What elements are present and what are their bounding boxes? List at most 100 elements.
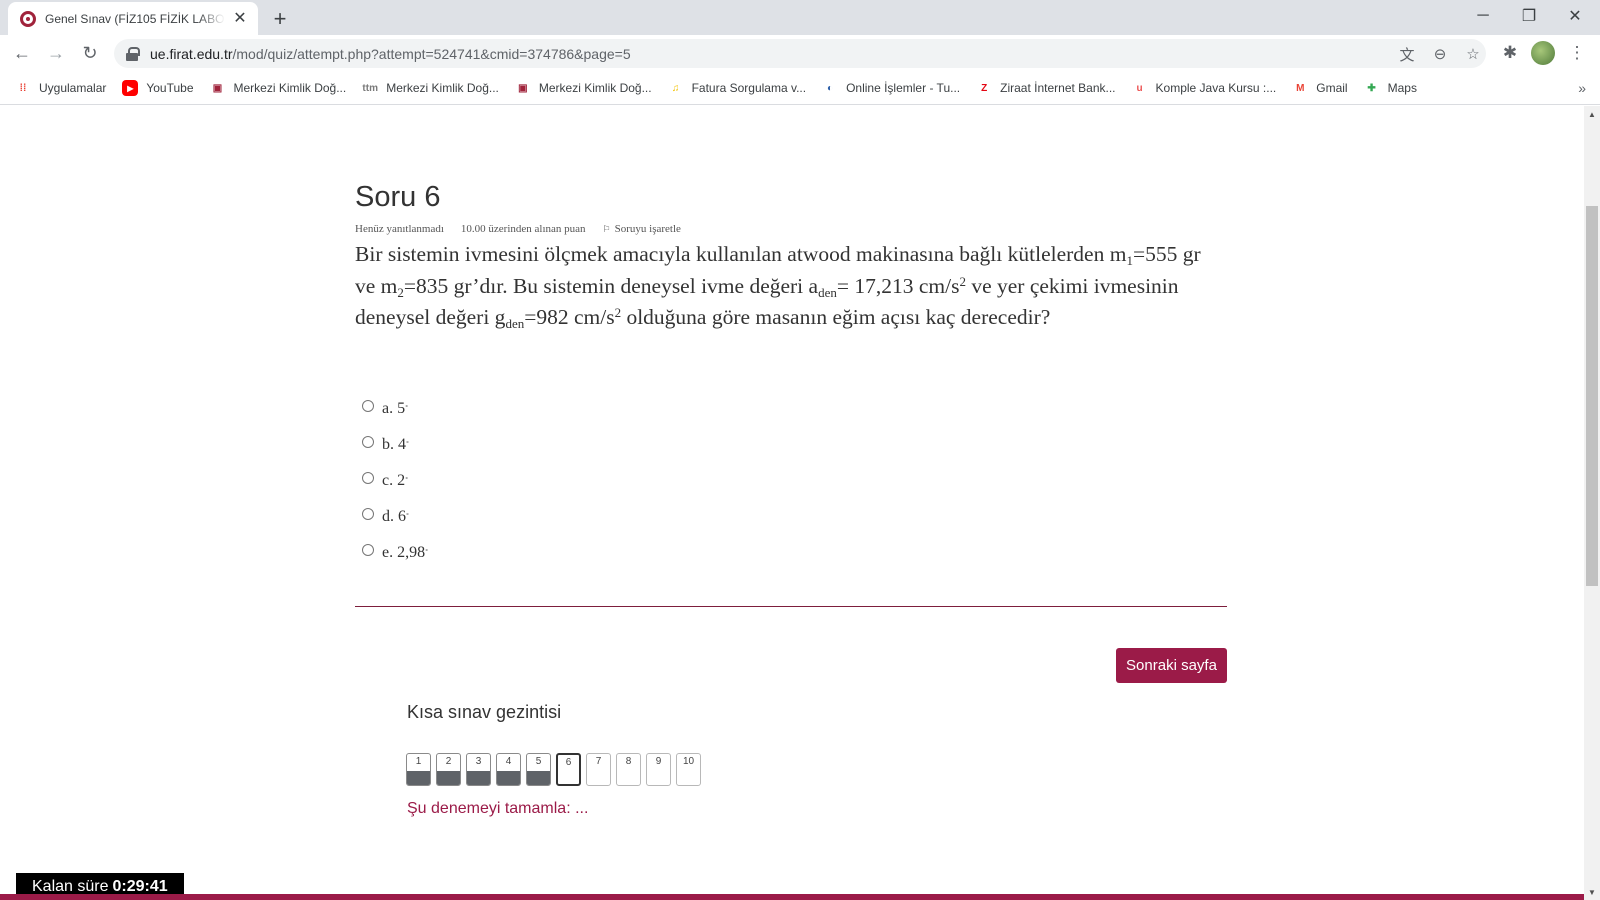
- quiz-nav-number: 2: [445, 756, 452, 767]
- more-bookmarks-icon[interactable]: »: [1578, 80, 1586, 96]
- divider: [355, 606, 1227, 607]
- radio-button[interactable]: [362, 400, 374, 412]
- radio-button[interactable]: [362, 544, 374, 556]
- finish-attempt-link[interactable]: Şu denemeyi tamamla: ...: [407, 800, 588, 818]
- minimize-button[interactable]: ─: [1460, 0, 1506, 32]
- answer-list: a. 5 ˚ b. 4 ˚ c. 2 ˚ d. 6 ˚ e. 2,98 ˚: [362, 391, 428, 571]
- scroll-thumb[interactable]: [1586, 206, 1598, 586]
- bookmark-star-icon[interactable]: ☆: [1462, 43, 1484, 65]
- question-meta: Henüz yanıtlanmadı 10.00 üzerinden alına…: [355, 223, 681, 235]
- radio-button[interactable]: [362, 508, 374, 520]
- quiz-nav-button[interactable]: 10: [676, 753, 701, 786]
- quiz-nav-button[interactable]: 5: [526, 753, 551, 786]
- bookmark-item[interactable]: ▣ Merkezi Kimlik Doğ...: [210, 80, 347, 96]
- turkcell-icon: ◐: [827, 82, 834, 94]
- reload-button[interactable]: ↻: [76, 39, 104, 67]
- bookmark-item[interactable]: u Komple Java Kursu :...: [1132, 80, 1277, 96]
- quiz-nav-number: 3: [475, 756, 482, 767]
- quiz-nav-number: 4: [505, 756, 512, 767]
- bookmark-label: Merkezi Kimlik Doğ...: [386, 81, 499, 95]
- question-title: Soru 6: [355, 181, 441, 213]
- answer-option[interactable]: c. 2 ˚: [362, 463, 428, 499]
- quiz-nav-button[interactable]: 2: [436, 753, 461, 786]
- quiz-nav-number: 7: [595, 756, 602, 767]
- restore-button[interactable]: ❐: [1506, 0, 1552, 32]
- tab-strip: Genel Sınav (FİZ105 FİZİK LABORATUVARI I…: [0, 0, 1600, 35]
- bookmark-label: Merkezi Kimlik Doğ...: [538, 81, 652, 95]
- close-window-button[interactable]: ✕: [1552, 0, 1598, 32]
- browser-toolbar: ← → ↻ ue.firat.edu.tr/mod/quiz/attempt.p…: [0, 35, 1600, 72]
- page-scrollbar[interactable]: ▲ ▼: [1584, 106, 1600, 900]
- bookmarks-bar: ⁞⁞ Uygulamalar ▶ YouTube ▣ Merkezi Kimlik Doğ…: [0, 72, 1600, 105]
- apps-grid-icon: ⁞⁞: [19, 82, 27, 94]
- new-tab-button[interactable]: +: [266, 5, 294, 33]
- quiz-nav-button[interactable]: 3: [466, 753, 491, 786]
- footer-bar: [0, 894, 1584, 900]
- bookmark-item[interactable]: ▶ YouTube: [122, 80, 194, 96]
- radio-button[interactable]: [362, 472, 374, 484]
- ttm-icon: ttm: [362, 82, 378, 94]
- question-status: Henüz yanıtlanmadı: [355, 223, 444, 235]
- quiz-nav-button[interactable]: 1: [406, 753, 431, 786]
- bookmark-item[interactable]: ♫ Fatura Sorgulama v...: [668, 80, 807, 96]
- gmail-icon: M: [1296, 82, 1305, 94]
- bookmark-item[interactable]: M Gmail: [1292, 80, 1348, 96]
- profile-avatar[interactable]: [1531, 41, 1555, 65]
- quiz-nav-number: 5: [535, 756, 542, 767]
- bookmark-label: Gmail: [1316, 81, 1348, 95]
- forward-button[interactable]: →: [42, 39, 70, 67]
- flag-question-link[interactable]: ⚐ Soruyu işaretle: [603, 223, 681, 235]
- tab-title: Genel Sınav (FİZ105 FİZİK LABORATUVARI I…: [45, 11, 225, 26]
- zoom-icon[interactable]: ⊖: [1429, 43, 1451, 65]
- quiz-nav-number: 1: [415, 756, 422, 767]
- bookmark-label: Komple Java Kursu :...: [1155, 81, 1277, 95]
- radio-button[interactable]: [362, 436, 374, 448]
- address-bar[interactable]: ue.firat.edu.tr/mod/quiz/attempt.php?att…: [114, 39, 1486, 68]
- bookmark-label: YouTube: [146, 81, 194, 95]
- bookmark-label: Merkezi Kimlik Doğ...: [233, 81, 347, 95]
- scroll-down-icon[interactable]: ▼: [1584, 884, 1600, 900]
- quiz-nav-button[interactable]: 4: [496, 753, 521, 786]
- ziraat-icon: Z: [981, 82, 988, 94]
- bookmark-item[interactable]: Z Ziraat İnternet Bank...: [976, 80, 1115, 96]
- quiz-nav-button[interactable]: 8: [616, 753, 641, 786]
- answer-option[interactable]: e. 2,98 ˚: [362, 535, 428, 571]
- quiz-nav-number: 6: [565, 757, 572, 768]
- quiz-nav-button[interactable]: 6: [556, 753, 581, 786]
- bookmark-item[interactable]: ◐ Online İşlemler - Tu...: [822, 80, 960, 96]
- answered-indicator: [437, 771, 460, 785]
- mkd-icon: ▣: [212, 82, 223, 94]
- menu-dots-icon[interactable]: ⋮: [1564, 40, 1590, 66]
- answered-indicator: [407, 771, 430, 785]
- bookmark-label: Uygulamalar: [39, 81, 107, 95]
- bookmark-label: Maps: [1387, 81, 1417, 95]
- answer-option[interactable]: a. 5 ˚: [362, 391, 428, 427]
- scroll-up-icon[interactable]: ▲: [1584, 106, 1600, 122]
- quiz-nav-button[interactable]: 7: [586, 753, 611, 786]
- bookmark-item[interactable]: ttm Merkezi Kimlik Doğ...: [362, 80, 499, 96]
- site-favicon-icon: [20, 10, 36, 27]
- bookmark-item[interactable]: ⁞⁞ Uygulamalar: [15, 80, 107, 96]
- translate-icon[interactable]: 文: [1396, 43, 1418, 65]
- bookmark-label: Ziraat İnternet Bank...: [1000, 81, 1116, 95]
- bookmark-label: Fatura Sorgulama v...: [691, 81, 807, 95]
- browser-tab[interactable]: Genel Sınav (FİZ105 FİZİK LABORATUVARI I…: [8, 2, 258, 35]
- answer-option[interactable]: b. 4 ˚: [362, 427, 428, 463]
- bookmark-label: Online İşlemler - Tu...: [846, 81, 961, 95]
- quiz-navigation-title: Kısa sınav gezintisi: [407, 702, 562, 722]
- quiz-nav-number: 9: [655, 756, 662, 767]
- answer-option[interactable]: d. 6 ˚: [362, 499, 428, 535]
- answered-indicator: [467, 771, 490, 785]
- quiz-navigation: 1 2 3 4 5 6 7 8 9 10: [406, 753, 701, 786]
- question-text: Bir sistemin ivmesini ölçmek amacıyla ku…: [355, 242, 1201, 331]
- next-page-button[interactable]: Sonraki sayfa: [1116, 648, 1227, 683]
- extensions-icon[interactable]: ✱: [1497, 40, 1523, 66]
- quiz-page: Soru 6 Henüz yanıtlanmadı 10.00 üzerinde…: [0, 106, 1584, 900]
- back-button[interactable]: ←: [8, 39, 36, 67]
- bookmark-item[interactable]: ▣ Merkezi Kimlik Doğ...: [515, 80, 652, 96]
- bookmark-item[interactable]: ✚ Maps: [1364, 80, 1417, 96]
- lock-icon: [126, 46, 140, 61]
- quiz-nav-button[interactable]: 9: [646, 753, 671, 786]
- flag-icon: ⚐: [602, 224, 611, 234]
- close-tab-icon[interactable]: ✕: [232, 10, 248, 27]
